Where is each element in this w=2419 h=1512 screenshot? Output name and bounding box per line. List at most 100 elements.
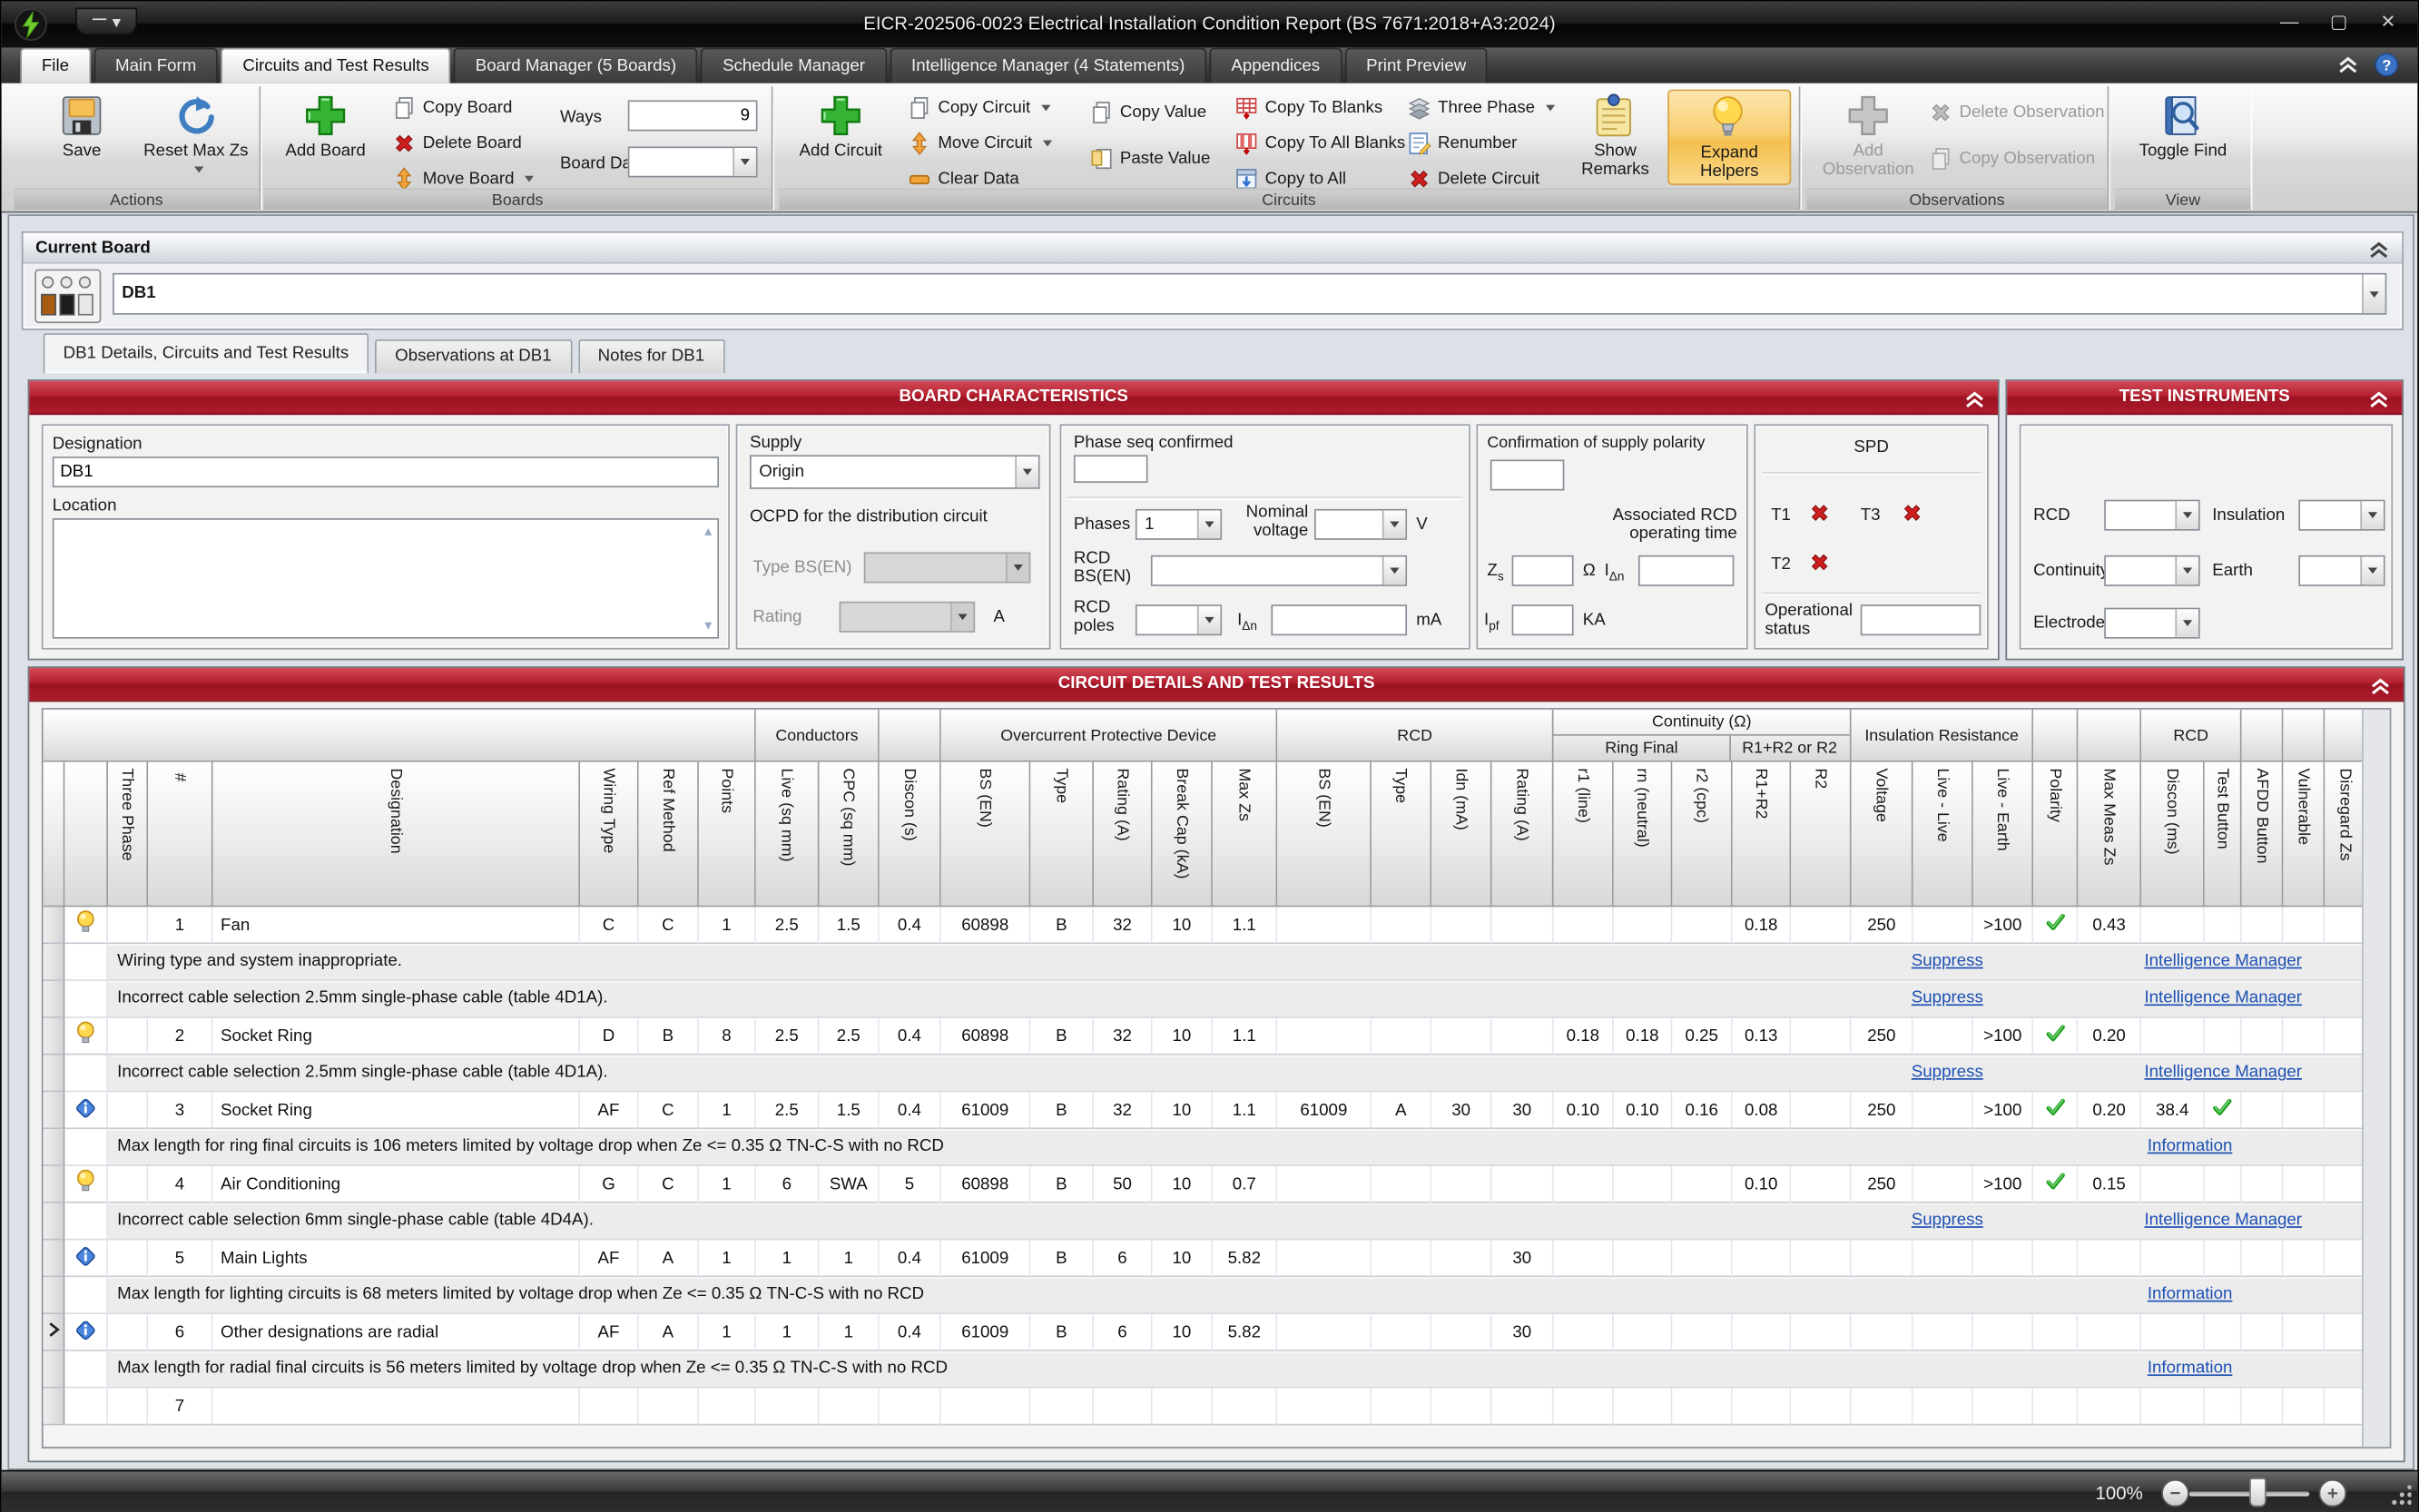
cell-rn[interactable] [1614, 907, 1673, 944]
cell-live_earth[interactable] [1973, 1314, 2033, 1351]
reset-max-zs-button[interactable]: Reset Max Zs [143, 90, 249, 185]
cell-rcd_idn[interactable] [1431, 1018, 1491, 1055]
cell-ocpd_rating[interactable]: 32 [1094, 1092, 1153, 1129]
cell-ocpd_rating[interactable]: 32 [1094, 907, 1153, 944]
cell-disregard[interactable] [2326, 1314, 2367, 1351]
cell-rcd_type[interactable] [1372, 1240, 1431, 1277]
cell-discon_ms[interactable] [2141, 907, 2205, 944]
phases-combo[interactable]: 1 [1136, 509, 1222, 540]
cell-rcd_bs[interactable]: 61009 [1277, 1092, 1372, 1129]
cell-r2b[interactable] [1791, 1166, 1851, 1203]
column-header-three_phase[interactable]: Three Phase [108, 762, 148, 908]
zs-input[interactable] [1512, 555, 1574, 586]
cell-r2b[interactable] [1791, 907, 1851, 944]
cell-r1[interactable]: 0.18 [1554, 1018, 1614, 1055]
column-header-r2b[interactable]: R2 [1791, 762, 1851, 908]
cell-live_live[interactable] [1913, 1166, 1973, 1203]
cell-cpc[interactable]: 2.5 [819, 1018, 879, 1055]
cell-live_earth[interactable]: >100 [1973, 1018, 2033, 1055]
column-header-ocpd_rating[interactable]: Rating (A) [1094, 762, 1153, 908]
nominal-voltage-combo[interactable] [1314, 509, 1407, 540]
cell-discon[interactable]: 0.4 [880, 1092, 941, 1129]
help-icon[interactable]: ? [2375, 53, 2399, 77]
cell-live_earth[interactable]: >100 [1973, 907, 2033, 944]
cell-ocpd_rating[interactable] [1094, 1389, 1153, 1426]
cell-r1[interactable] [1554, 1240, 1614, 1277]
cell-points[interactable]: 1 [699, 1092, 756, 1129]
cell-designation[interactable]: Socket Ring [213, 1018, 581, 1055]
column-header-ocpd_type[interactable]: Type [1030, 762, 1094, 908]
cell-max_meas_zs[interactable]: 0.20 [2079, 1018, 2142, 1055]
column-header-cpc[interactable]: CPC (sq mm) [819, 762, 879, 908]
cell-rcd_type[interactable]: A [1372, 1092, 1431, 1129]
cell-points[interactable]: 1 [699, 1240, 756, 1277]
cell-points[interactable]: 8 [699, 1018, 756, 1055]
cell-wiring_type[interactable]: G [580, 1166, 639, 1203]
electrode-instrument-combo[interactable] [2104, 608, 2199, 639]
cell-ocpd_bs[interactable]: 61009 [941, 1240, 1031, 1277]
collapse-ribbon-icon[interactable] [2337, 55, 2359, 74]
rating-combo[interactable] [840, 602, 976, 633]
cell-rcd_type[interactable] [1372, 1389, 1431, 1426]
rcd-instrument-combo[interactable] [2104, 500, 2199, 531]
add-board-button[interactable]: Add Board [276, 90, 375, 185]
toggle-find-button[interactable]: Toggle Find [2129, 90, 2237, 185]
cell-rcd_type[interactable] [1372, 1018, 1431, 1055]
column-header-discon[interactable]: Discon (s) [880, 762, 941, 908]
cell-num[interactable]: 5 [148, 1240, 212, 1277]
column-header-ocpd_bs[interactable]: BS (EN) [941, 762, 1031, 908]
cell-discon_ms[interactable] [2141, 1240, 2205, 1277]
cell-rcd_rating[interactable]: 30 [1492, 1314, 1554, 1351]
cell-vulnerable[interactable] [2284, 1166, 2326, 1203]
cell-disregard[interactable] [2326, 907, 2367, 944]
cell-vulnerable[interactable] [2284, 1389, 2326, 1426]
column-header-max_meas_zs[interactable]: Max Meas Zs [2079, 762, 2142, 908]
cell-test_button[interactable] [2205, 1166, 2242, 1203]
cell-test_button[interactable] [2205, 1240, 2242, 1277]
cell-cpc[interactable]: 1.5 [819, 1092, 879, 1129]
cell-ocpd_maxzs[interactable]: 1.1 [1213, 907, 1277, 944]
cell-polarity[interactable] [2033, 907, 2078, 944]
ribbon-tab-appendices[interactable]: Appendices [1210, 48, 1342, 83]
column-header-live_earth[interactable]: Live - Earth [1973, 762, 2033, 908]
cell-afdd[interactable] [2242, 1018, 2284, 1055]
ribbon-tab-schedule-manager[interactable]: Schedule Manager [701, 48, 887, 83]
cell-r1[interactable] [1554, 1166, 1614, 1203]
column-header-live_live[interactable]: Live - Live [1913, 762, 1973, 908]
add-circuit-button[interactable]: Add Circuit [792, 90, 890, 185]
cell-r2b[interactable] [1791, 1018, 1851, 1055]
column-header-ocpd_bc[interactable]: Break Cap (kA) [1153, 762, 1213, 908]
zoom-out-button[interactable]: − [2161, 1479, 2189, 1507]
cell-r1r2[interactable]: 0.10 [1733, 1166, 1792, 1203]
cell-r2[interactable] [1672, 1389, 1732, 1426]
column-header-polarity[interactable]: Polarity [2033, 762, 2078, 908]
cell-ref_method[interactable]: C [639, 1092, 699, 1129]
cell-discon[interactable]: 0.4 [880, 907, 941, 944]
cell-cpc[interactable] [819, 1389, 879, 1426]
row-selector[interactable] [44, 1240, 65, 1277]
cell-live_live[interactable] [1913, 1240, 1973, 1277]
location-textarea[interactable]: ▲ ▼ [53, 518, 719, 639]
cell-ocpd_rating[interactable]: 50 [1094, 1166, 1153, 1203]
cell-ocpd_bs[interactable]: 60898 [941, 1166, 1031, 1203]
cell-afdd[interactable] [2242, 1166, 2284, 1203]
renumber-button[interactable]: Renumber [1402, 128, 1563, 159]
ribbon-tab-board-manager-5-boards[interactable]: Board Manager (5 Boards) [454, 48, 698, 83]
cell-three_phase[interactable] [108, 1240, 148, 1277]
cell-ocpd_maxzs[interactable]: 1.1 [1213, 1092, 1277, 1129]
cell-ocpd_bs[interactable]: 60898 [941, 907, 1031, 944]
idn-input[interactable] [1271, 604, 1407, 635]
delete-observation-button[interactable]: Delete Observation [1923, 97, 2106, 128]
cell-wiring_type[interactable]: AF [580, 1092, 639, 1129]
cell-r2[interactable]: 0.25 [1672, 1018, 1732, 1055]
suppress-link[interactable]: Suppress [1912, 952, 1983, 970]
cell-rcd_rating[interactable]: 30 [1492, 1240, 1554, 1277]
cell-r2[interactable] [1672, 1314, 1732, 1351]
cell-rcd_idn[interactable] [1431, 1240, 1491, 1277]
column-header-num[interactable]: # [148, 762, 212, 908]
cell-test_button[interactable] [2205, 1018, 2242, 1055]
cell-wiring_type[interactable]: D [580, 1018, 639, 1055]
cell-rcd_idn[interactable]: 30 [1431, 1092, 1491, 1129]
column-header-live[interactable]: Live (sq mm) [756, 762, 820, 908]
cell-voltage[interactable]: 250 [1852, 1092, 1913, 1129]
